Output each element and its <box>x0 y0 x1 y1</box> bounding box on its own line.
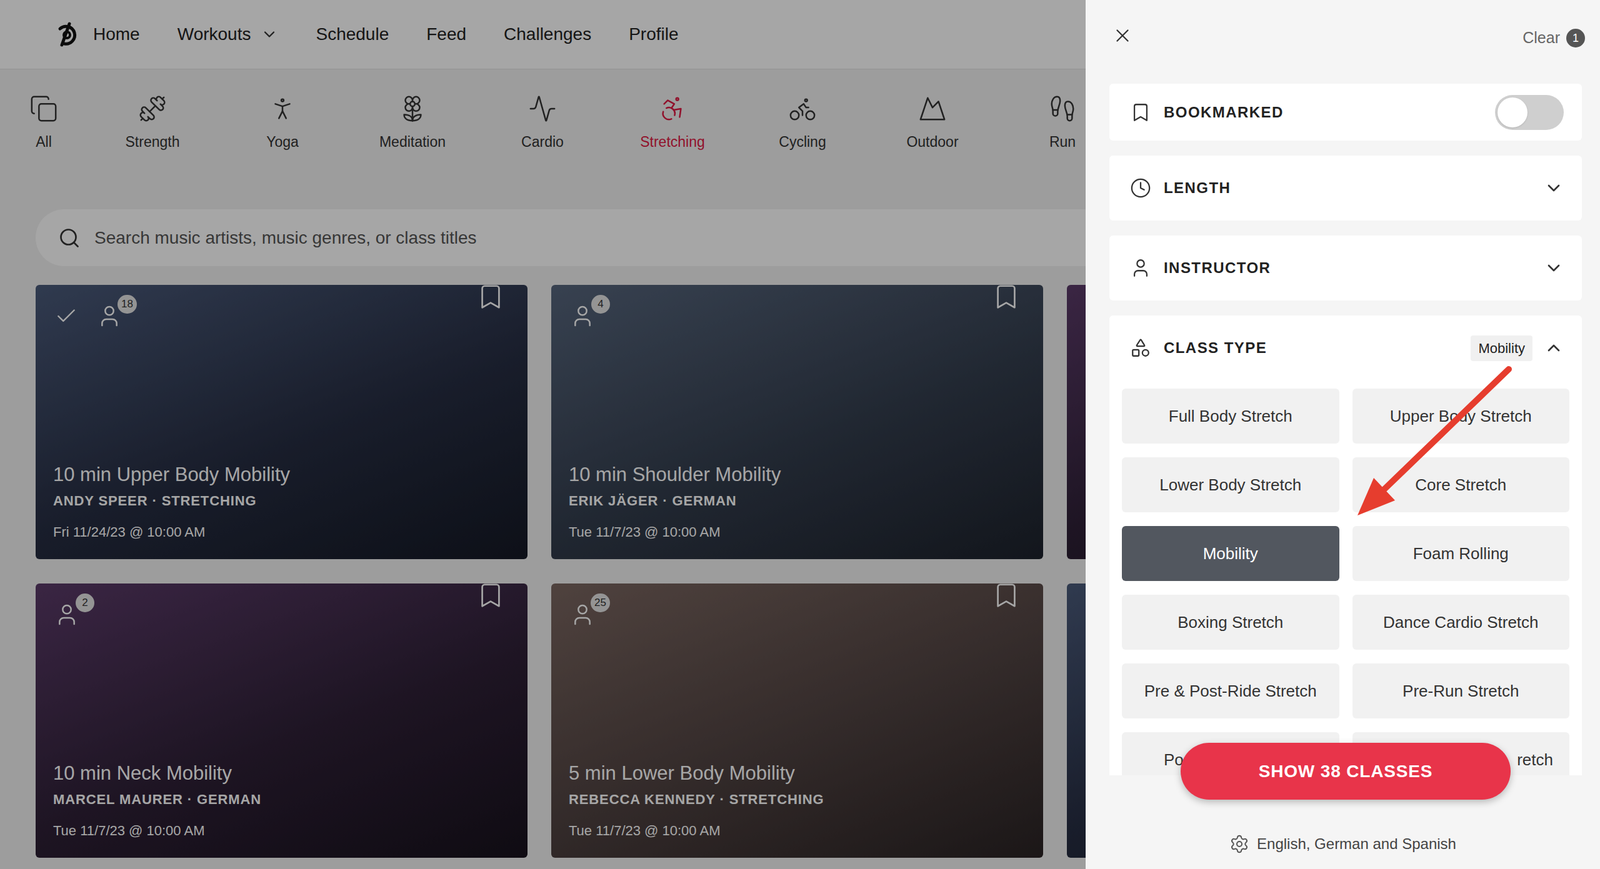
class-type-option[interactable]: Lower Body Stretch <box>1121 457 1340 513</box>
chevron-down-icon <box>1543 258 1564 279</box>
filter-section[interactable]: LENGTH <box>1109 155 1582 221</box>
class-type-header[interactable]: CLASS TYPEMobility <box>1109 315 1582 381</box>
instructor-icon <box>1130 257 1152 279</box>
chevron-up-icon <box>1543 338 1564 359</box>
class-type-option[interactable]: Core Stretch <box>1352 457 1570 513</box>
filter-section[interactable]: INSTRUCTOR <box>1109 235 1582 301</box>
app: HomeWorkoutsScheduleFeedChallengesProfil… <box>0 0 1600 869</box>
class-type-options: Full Body StretchUpper Body StretchLower… <box>1109 380 1582 776</box>
bookmark-icon <box>1130 101 1152 124</box>
class-type-option[interactable]: Foam Rolling <box>1352 526 1570 582</box>
class-type-option[interactable]: Boxing Stretch <box>1121 595 1340 650</box>
panel-header: Clear1 <box>1085 0 1600 72</box>
shapes-icon <box>1130 337 1152 359</box>
dim-overlay[interactable] <box>0 0 1086 869</box>
class-type-option[interactable]: Mobility <box>1121 526 1340 582</box>
class-type-option[interactable]: Dance Cardio Stretch <box>1352 595 1570 650</box>
filter-panel: Clear1 BOOKMARKED LENGTH INSTRUCTOR CLASS TY… <box>1085 0 1600 869</box>
language-setting[interactable]: English, German and Spanish <box>1229 833 1457 856</box>
class-type-section: CLASS TYPEMobilityFull Body StretchUpper… <box>1109 315 1582 776</box>
clock-icon <box>1130 177 1152 199</box>
annotation-arrow-icon <box>1343 356 1525 532</box>
class-type-value: Mobility <box>1470 335 1533 362</box>
class-type-option[interactable]: Upper Body Stretch <box>1352 388 1570 444</box>
class-type-option[interactable]: Pre & Post-Ride Stretch <box>1121 663 1340 719</box>
show-classes-button[interactable]: SHOW 38 CLASSES <box>1180 743 1511 800</box>
main-page: HomeWorkoutsScheduleFeedChallengesProfil… <box>0 0 1086 869</box>
close-icon[interactable] <box>1111 25 1134 47</box>
class-type-option[interactable]: Full Body Stretch <box>1121 388 1340 444</box>
bookmarked-row[interactable]: BOOKMARKED <box>1109 83 1582 141</box>
bookmarked-toggle[interactable] <box>1495 95 1564 130</box>
gear-icon <box>1229 834 1250 855</box>
clear-button[interactable]: Clear1 <box>1522 26 1585 50</box>
chevron-down-icon <box>1543 178 1564 199</box>
filter-list: BOOKMARKED LENGTH INSTRUCTOR CLASS TYPEMobi… <box>1085 71 1600 776</box>
clear-count-badge: 1 <box>1566 28 1585 48</box>
class-type-option[interactable]: Pre-Run Stretch <box>1352 663 1570 719</box>
